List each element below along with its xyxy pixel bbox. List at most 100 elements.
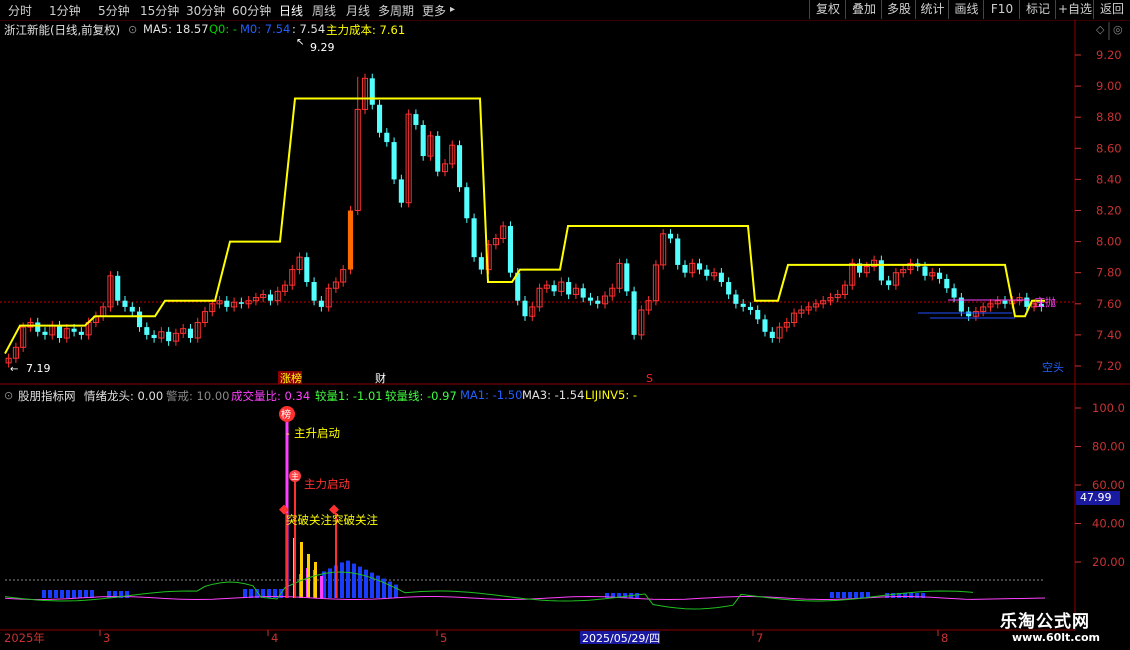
diamond-icon[interactable]: ◇ — [1096, 23, 1105, 36]
sub-y-axis: 100.0 80.00 60.00 40.00 20.00 — [1075, 401, 1125, 569]
candle-body — [471, 218, 477, 258]
candle-body — [391, 142, 397, 180]
candle-body — [464, 187, 470, 219]
candle-body — [144, 327, 150, 335]
candle-body — [151, 334, 157, 339]
sub-bar-yellow — [307, 554, 310, 598]
candle-body — [1024, 297, 1030, 307]
y-tick-label: 7.40 — [1096, 328, 1122, 342]
candle-body — [944, 278, 950, 289]
sub-bar-yellow — [314, 562, 317, 598]
watermark-url: www.60lt.com — [1012, 631, 1101, 644]
candle-body — [595, 300, 601, 304]
y-tick-label: 8.00 — [1096, 235, 1122, 249]
chart-canvas[interactable]: ◇ ◎ 9.20 9.00 8.80 8.60 8.40 8.20 8.00 7.80 7.60… — [0, 0, 1130, 650]
y-tick-label: 9.00 — [1096, 79, 1122, 93]
tupo-label: 突破关注突破关注 — [286, 513, 378, 527]
candle-body — [675, 238, 681, 265]
candle-body — [42, 331, 48, 335]
y-tick-label: 8.40 — [1096, 172, 1122, 186]
candle-body — [311, 282, 317, 301]
candle-body — [755, 310, 761, 320]
low-price-label: 7.19 — [26, 362, 51, 375]
candle-body — [878, 260, 884, 281]
sub-bar — [909, 593, 913, 598]
sub-bar — [830, 592, 834, 598]
candle-body — [966, 311, 972, 317]
candle-body — [166, 331, 172, 342]
candle-body — [682, 264, 688, 273]
candle-body — [697, 263, 703, 270]
candle-body — [377, 104, 383, 133]
candle-body — [347, 210, 353, 270]
y-tick-label: 7.80 — [1096, 266, 1122, 280]
candle-body — [129, 306, 135, 312]
sub-bar — [54, 590, 58, 598]
candle-body — [624, 263, 630, 292]
y-tick-label: 8.60 — [1096, 141, 1122, 155]
candle-body — [631, 291, 637, 335]
candle-body — [922, 266, 928, 276]
candle-body — [667, 233, 673, 239]
low-arrow-icon: ← — [10, 364, 18, 375]
sub-y-tick-label: 100.0 — [1092, 401, 1125, 415]
candle-body — [478, 257, 484, 270]
y-tick-label: 9.20 — [1096, 48, 1122, 62]
finance-marker[interactable]: 财 — [375, 371, 386, 385]
sub-bar — [60, 590, 64, 598]
candle-body — [57, 325, 63, 339]
sub-bar — [388, 581, 392, 598]
candlestick-series — [5, 73, 1044, 368]
sub-bar — [854, 592, 858, 598]
candle-body — [71, 328, 77, 332]
sub-bar — [352, 563, 356, 598]
sub-bar — [364, 569, 368, 598]
zhu-badge: 主 — [291, 471, 299, 481]
panel-close-icon[interactable]: ◎ — [1113, 23, 1123, 36]
sub-y-tick-label: 20.00 — [1092, 555, 1125, 569]
x-label-july: 7 — [756, 631, 763, 645]
y-tick-label: 8.80 — [1096, 110, 1122, 124]
sub-indicator-bars — [42, 538, 925, 598]
candle-body — [726, 282, 732, 295]
main-y-axis: 9.20 9.00 8.80 8.60 8.40 8.20 8.00 7.80 7.60 7.40… — [1075, 48, 1122, 373]
candle-body — [304, 257, 310, 283]
sub-bar — [842, 592, 846, 598]
x-label-year: 2025年 — [4, 631, 45, 645]
candle-body — [551, 285, 557, 292]
sub-y-tick-label: 40.00 — [1092, 517, 1125, 531]
candle-body — [1002, 300, 1008, 304]
sub-y-tick-label: 80.00 — [1092, 440, 1125, 454]
zhusheng-dash: - — [286, 427, 290, 440]
sub-bar — [836, 592, 840, 598]
candle-body — [951, 288, 957, 298]
candle-body — [769, 331, 775, 339]
sub-bar — [903, 593, 907, 598]
candle-body — [115, 275, 121, 301]
candle-body — [122, 300, 128, 307]
candle-body — [740, 303, 746, 307]
sub-bar — [243, 589, 247, 598]
x-label-may: 5 — [440, 631, 447, 645]
sub-indicator-lines — [4, 571, 1046, 610]
candle-body — [886, 280, 892, 286]
candle-body — [747, 306, 753, 311]
candle-body — [420, 124, 426, 157]
candle-body — [507, 226, 513, 273]
sub-bar — [848, 592, 852, 598]
x-axis: 2025年 3 4 5 7 8 2025/05/29/四 — [4, 630, 948, 645]
sub-y-tick-label: 60.00 — [1092, 478, 1125, 492]
zhuli-label: 主力启动 — [304, 477, 350, 491]
zhusheng-label: 主升启动 — [294, 426, 340, 440]
sub-bar-magenta — [320, 576, 323, 598]
candle-body — [718, 272, 724, 283]
cursor-date: 2025/05/29/四 — [582, 632, 660, 645]
sub-bar-yellow — [300, 542, 303, 598]
sub-bar — [72, 590, 76, 598]
candle-body — [187, 328, 193, 339]
candle-body — [457, 145, 463, 188]
candle-body — [435, 135, 441, 172]
watermark-logo: 乐淘公式网 — [1000, 612, 1090, 632]
x-label-april: 4 — [271, 631, 278, 645]
x-label-august: 8 — [941, 631, 948, 645]
